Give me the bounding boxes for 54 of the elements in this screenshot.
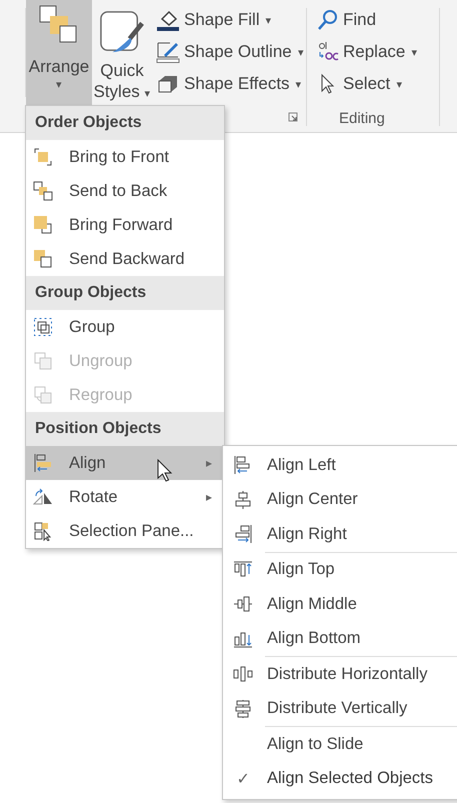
brush-icon [98, 10, 146, 54]
menu-item[interactable]: Bring to Front [26, 140, 224, 174]
check-mark: ✓ [236, 770, 250, 789]
align-icon [233, 594, 253, 614]
dialog-launcher-icon[interactable] [288, 112, 298, 122]
menu-section-header: Position Objects [26, 412, 224, 446]
effects-icon [156, 73, 180, 95]
menu-item[interactable]: Align Right [223, 517, 457, 552]
editing-button[interactable]: Select ▾ [317, 70, 439, 98]
menu-item[interactable]: ✓ Align Selected Objects [223, 762, 457, 796]
group-icon [33, 317, 53, 337]
shape-format-button[interactable]: Shape Fill ▾ [156, 6, 306, 34]
align-icon [233, 524, 253, 544]
menu-item[interactable]: Group [26, 310, 224, 344]
menu-item[interactable]: Align Center [223, 482, 457, 517]
menu-item[interactable]: Align Left [223, 448, 457, 482]
menu-item[interactable]: Align Bottom [223, 622, 457, 656]
menu-item[interactable]: Send Backward [26, 242, 224, 276]
menu-item[interactable]: Align to Slide [223, 727, 457, 762]
search-icon [317, 9, 339, 31]
menu-item[interactable]: Rotate ▸ [26, 480, 224, 514]
bring-to-front-icon [33, 147, 53, 167]
regroup-icon [33, 385, 53, 405]
menu-item[interactable]: Distribute Horizontally [223, 657, 457, 692]
pencil-icon [156, 41, 180, 63]
send-backward-icon [33, 249, 53, 269]
menu-item[interactable]: Selection Pane... [26, 514, 224, 548]
quick-styles-button[interactable]: Quick Styles ▾ [92, 0, 152, 105]
menu-item[interactable]: Send to Back [26, 174, 224, 208]
menu-item[interactable]: Align ▸ [26, 446, 224, 480]
replace-icon [317, 41, 339, 63]
selection-pane-icon [33, 521, 53, 541]
distribute-icon [233, 664, 253, 684]
bring-forward-icon [33, 215, 53, 235]
menu-item[interactable]: Bring Forward [26, 208, 224, 242]
distribute-icon [233, 698, 253, 719]
shape-format-button[interactable]: Shape Outline ▾ [156, 38, 306, 66]
arrange-button[interactable]: Arrange ▾ [26, 0, 92, 105]
mouse-pointer-icon [157, 459, 173, 483]
editing-button[interactable]: Replace ▾ [317, 38, 439, 66]
menu-item[interactable]: Align Top [223, 552, 457, 587]
rotate-icon [33, 487, 53, 507]
menu-section-header: Order Objects [26, 106, 224, 140]
shape-format-button[interactable]: Shape Effects ▾ [156, 70, 306, 98]
group-label: Editing [339, 110, 385, 127]
menu-item[interactable]: Distribute Vertically [223, 692, 457, 726]
paint-bucket-icon [156, 9, 180, 31]
align-icon [233, 490, 253, 510]
ungroup-icon [33, 351, 53, 371]
menu-item[interactable]: Align Middle [223, 587, 457, 622]
send-to-back-icon [33, 181, 53, 201]
menu-section-header: Group Objects [26, 276, 224, 310]
editing-button[interactable]: Find [317, 6, 439, 34]
align-left-icon [33, 453, 53, 473]
